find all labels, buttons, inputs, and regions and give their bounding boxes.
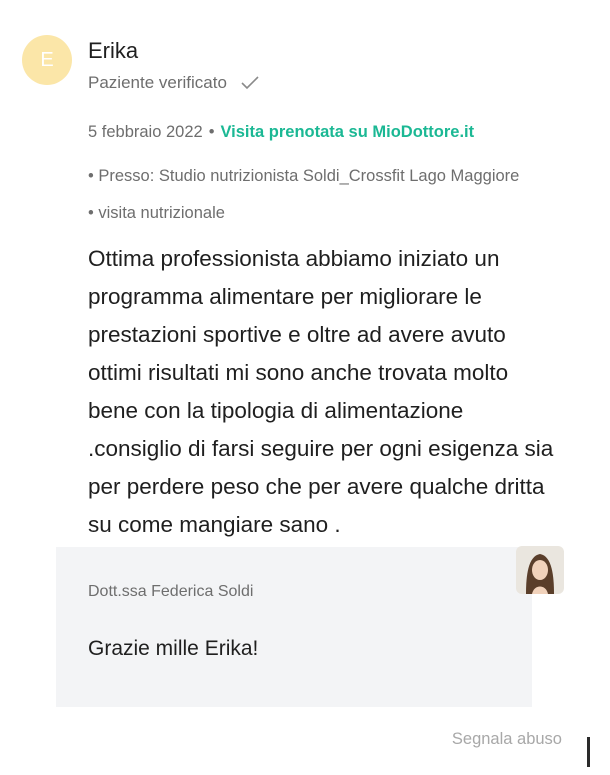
avatar-initial: E [40,48,54,71]
reply-text: Grazie mille Erika! [88,637,259,660]
visit-location: • Presso: Studio nutrizionista Soldi_Cro… [88,167,520,222]
meta-separator: • [208,123,215,141]
verified-label: Paziente verificato [88,73,227,92]
review-date: 5 febbraio 2022 [88,123,203,141]
doctor-photo [516,546,564,594]
doctor-reply: Dott.ssa Federica Soldi Grazie mille Eri… [56,547,532,707]
author-avatar: E [22,35,72,85]
review-meta: 5 febbraio 2022 • Visita prenotata su MioD… [88,123,474,142]
scroll-indicator [587,737,590,767]
booking-link[interactable]: Visita prenotata su MioDottore.it [220,123,474,141]
verified-badge: Paziente verificato [88,73,259,93]
reply-author: Dott.ssa Federica Soldi [88,583,254,600]
checkmark-icon [241,76,259,90]
report-abuse-link[interactable]: Segnala abuso [452,730,562,749]
review-text: Ottima professionista abbiamo iniziato u… [88,246,554,537]
review-author-name: Erika [88,38,139,63]
